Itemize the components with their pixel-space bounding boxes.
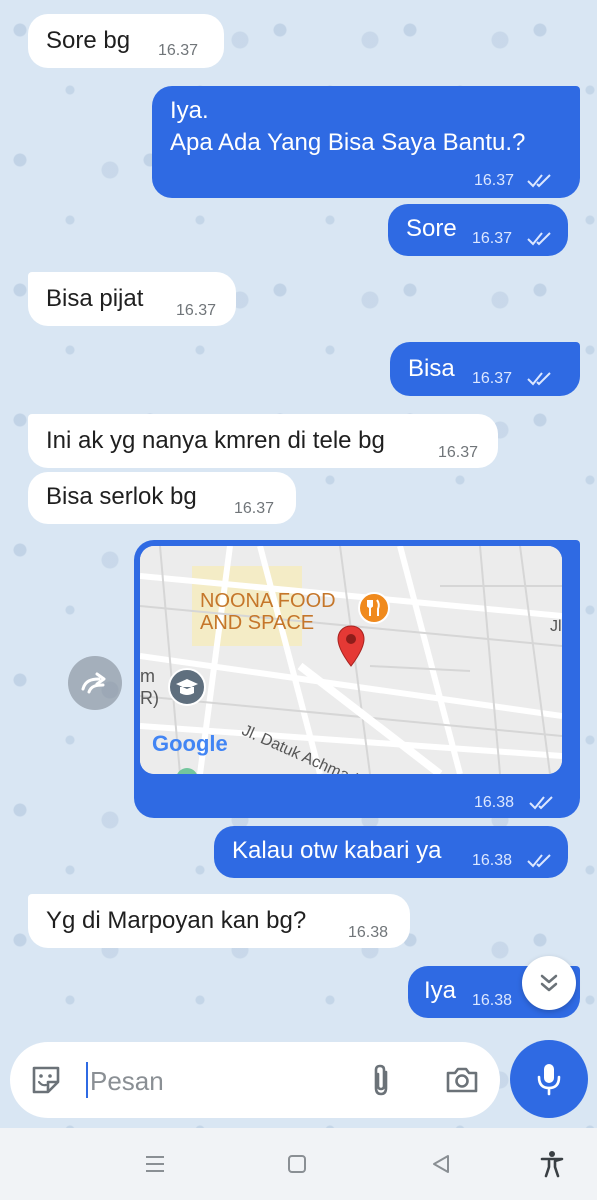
read-ticks-icon bbox=[527, 174, 551, 188]
map-preview[interactable]: NOONA FOOD AND SPACE m R) Jl Jl. Datuk A… bbox=[140, 546, 562, 774]
message-composer bbox=[10, 1042, 500, 1118]
read-ticks-icon bbox=[529, 796, 553, 810]
message-time: 16.38 bbox=[472, 992, 513, 1009]
system-navigation-bar bbox=[0, 1128, 597, 1200]
outgoing-message[interactable]: Iya. Apa Ada Yang Bisa Saya Bantu.? 16.3… bbox=[152, 86, 580, 198]
read-ticks-icon bbox=[527, 854, 551, 868]
incoming-message[interactable]: Bisa serlok bg 16.37 bbox=[28, 472, 296, 524]
back-triangle-icon[interactable] bbox=[430, 1153, 452, 1175]
message-time: 16.38 bbox=[474, 794, 515, 811]
outgoing-message[interactable]: Bisa 16.37 bbox=[390, 342, 580, 396]
school-icon bbox=[168, 668, 206, 706]
message-time: 16.37 bbox=[438, 444, 479, 461]
message-text: Sore bg bbox=[46, 27, 131, 54]
menu-icon[interactable] bbox=[144, 1154, 166, 1174]
scroll-down-button[interactable] bbox=[522, 956, 576, 1010]
voice-record-button[interactable] bbox=[510, 1040, 588, 1118]
sticker-icon[interactable] bbox=[28, 1062, 64, 1098]
incoming-message[interactable]: Sore bg 16.37 bbox=[28, 14, 224, 68]
forward-icon bbox=[81, 672, 106, 694]
map-edge-label-right: Jl bbox=[550, 618, 562, 635]
message-text: Iya bbox=[424, 977, 457, 1004]
message-time: 16.37 bbox=[176, 302, 217, 319]
accessibility-icon[interactable] bbox=[540, 1150, 564, 1178]
outgoing-message[interactable]: Sore 16.37 bbox=[388, 204, 568, 256]
location-message[interactable]: NOONA FOOD AND SPACE m R) Jl Jl. Datuk A… bbox=[134, 540, 580, 818]
message-text: Bisa serlok bg bbox=[46, 483, 197, 510]
forward-button[interactable] bbox=[68, 656, 122, 710]
message-text-line2: Apa Ada Yang Bisa Saya Bantu.? bbox=[170, 129, 526, 156]
map-place-label: NOONA FOOD bbox=[200, 590, 336, 612]
incoming-message[interactable]: Bisa pijat 16.37 bbox=[28, 272, 236, 326]
home-square-icon[interactable] bbox=[286, 1153, 308, 1175]
camera-icon[interactable] bbox=[444, 1062, 480, 1098]
text-cursor bbox=[86, 1062, 88, 1098]
message-text: Sore bbox=[406, 215, 457, 242]
message-text-line1: Iya. bbox=[170, 97, 209, 124]
message-time: 16.37 bbox=[472, 370, 513, 387]
incoming-message[interactable]: Ini ak yg nanya kmren di tele bg 16.37 bbox=[28, 414, 498, 468]
location-pin-icon bbox=[337, 625, 365, 667]
message-text: Ini ak yg nanya kmren di tele bg bbox=[46, 427, 385, 454]
message-input[interactable] bbox=[88, 1060, 352, 1102]
message-time: 16.37 bbox=[474, 172, 515, 189]
map-place-label-2: AND SPACE bbox=[200, 612, 315, 634]
message-text: Kalau otw kabari ya bbox=[232, 837, 442, 864]
map-edge-label: m bbox=[140, 666, 155, 686]
google-logo: Google bbox=[152, 731, 228, 756]
outgoing-message[interactable]: Kalau otw kabari ya 16.38 bbox=[214, 826, 568, 878]
incoming-message[interactable]: Yg di Marpoyan kan bg? 16.38 bbox=[28, 894, 410, 948]
map-edge-label-2: R) bbox=[140, 688, 159, 708]
chat-area[interactable]: Sore bg 16.37 Iya. Apa Ada Yang Bisa Say… bbox=[0, 0, 597, 1128]
message-text: Bisa pijat bbox=[46, 285, 144, 312]
read-ticks-icon bbox=[527, 232, 551, 246]
message-time: 16.37 bbox=[158, 42, 199, 59]
double-chevron-down-icon bbox=[540, 974, 558, 992]
message-time: 16.38 bbox=[348, 924, 389, 941]
message-text: Bisa bbox=[408, 355, 455, 382]
paperclip-icon[interactable] bbox=[366, 1062, 396, 1098]
microphone-icon bbox=[537, 1064, 561, 1096]
message-time: 16.37 bbox=[234, 500, 275, 517]
read-ticks-icon bbox=[527, 372, 551, 386]
message-time: 16.38 bbox=[472, 852, 513, 869]
message-text: Yg di Marpoyan kan bg? bbox=[46, 907, 307, 934]
message-time: 16.37 bbox=[472, 230, 513, 247]
restaurant-icon bbox=[358, 592, 390, 624]
